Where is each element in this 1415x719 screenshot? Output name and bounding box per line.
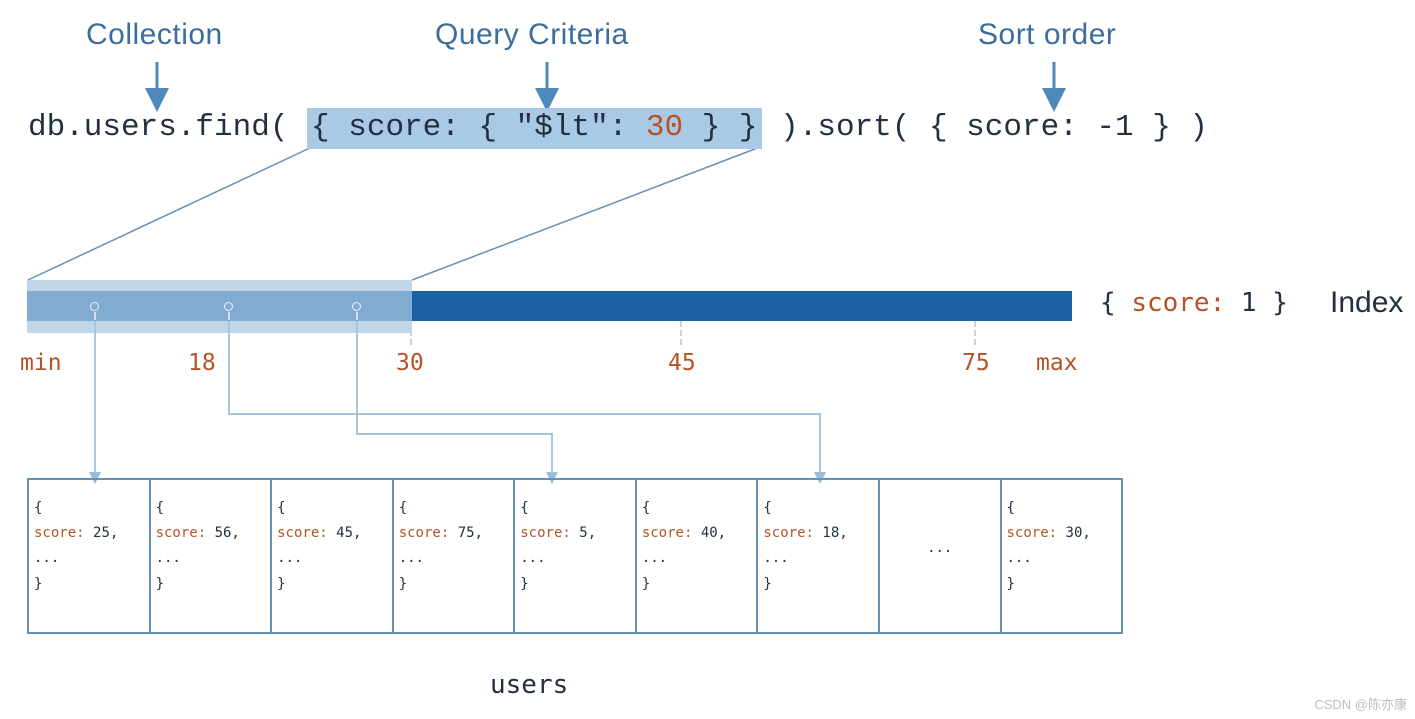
label-collection: Collection [86, 18, 223, 52]
index-key: score: [1131, 288, 1225, 318]
query-code: db.users.find( { score: { "$lt": 30 } } … [0, 108, 1220, 149]
tick-dash [680, 321, 682, 345]
score-line: score: 5, [520, 521, 630, 546]
document-cell: ... [880, 480, 1002, 632]
index-val: 1 [1225, 288, 1272, 318]
tick-45: 45 [668, 350, 696, 376]
tick-dash [974, 321, 976, 345]
doc-dots: ... [156, 546, 266, 571]
index-spec: { score: 1 } [1100, 288, 1288, 318]
score-line: score: 75, [399, 521, 509, 546]
index-entry-circle [90, 302, 99, 311]
doc-dots: ... [277, 546, 387, 571]
doc-dots: ... [34, 546, 144, 571]
code-db-users-find: db.users.find( [28, 110, 307, 145]
doc-dots: ... [399, 546, 509, 571]
code-crit-val: 30 [646, 110, 683, 145]
index-entry-circle [224, 302, 233, 311]
index-close: } [1272, 288, 1288, 318]
code-sort: ).sort( { score: -1 } ) [762, 110, 1208, 145]
code-criteria-highlight: { score: { "$lt": 30 } } [307, 108, 762, 149]
brace-close: } [156, 572, 266, 597]
index-entry-circle [352, 302, 361, 311]
tick-18: 18 [188, 350, 216, 376]
label-query-criteria: Query Criteria [435, 18, 629, 52]
tick-75: 75 [962, 350, 990, 376]
index-open: { [1100, 288, 1131, 318]
label-sort-order: Sort order [978, 18, 1116, 52]
document-cell: { score: 45,...} [272, 480, 394, 632]
code-crit-close: } } [683, 110, 757, 145]
brace-close: } [642, 572, 752, 597]
document-cell: { score: 5,...} [515, 480, 637, 632]
code-crit-open: { score: { "$lt": [311, 110, 646, 145]
doc-dots: ... [1007, 546, 1117, 571]
brace-close: } [763, 572, 873, 597]
tick-min: min [20, 350, 62, 376]
document-cell: { score: 30,...} [1002, 480, 1122, 632]
document-cell: { score: 40,...} [637, 480, 759, 632]
brace-open: { [399, 496, 509, 521]
document-cell: { score: 25,...} [29, 480, 151, 632]
index-word: Index [1330, 286, 1403, 320]
brace-open: { [763, 496, 873, 521]
score-line: score: 45, [277, 521, 387, 546]
brace-close: } [34, 572, 144, 597]
watermark: CSDN @陈亦康 [1314, 694, 1407, 713]
brace-open: { [1007, 496, 1117, 521]
brace-close: } [1007, 572, 1117, 597]
users-label: users [490, 670, 568, 700]
brace-close: } [520, 572, 630, 597]
doc-dots: ... [642, 546, 752, 571]
score-line: score: 56, [156, 521, 266, 546]
score-line: score: 25, [34, 521, 144, 546]
brace-open: { [520, 496, 630, 521]
doc-dots: ... [520, 546, 630, 571]
score-line: score: 40, [642, 521, 752, 546]
brace-open: { [277, 496, 387, 521]
documents-row: { score: 25,...}{ score: 56,...}{ score:… [27, 478, 1123, 634]
doc-dots: ... [763, 546, 873, 571]
brace-open: { [156, 496, 266, 521]
brace-open: { [34, 496, 144, 521]
brace-open: { [642, 496, 752, 521]
tick-max: max [1036, 350, 1078, 376]
tick-dash [410, 321, 412, 345]
ellipsis: ... [885, 496, 995, 561]
document-cell: { score: 56,...} [151, 480, 273, 632]
brace-close: } [277, 572, 387, 597]
score-line: score: 30, [1007, 521, 1117, 546]
document-cell: { score: 75,...} [394, 480, 516, 632]
tick-30: 30 [396, 350, 424, 376]
brace-close: } [399, 572, 509, 597]
score-line: score: 18, [763, 521, 873, 546]
document-cell: { score: 18,...} [758, 480, 880, 632]
